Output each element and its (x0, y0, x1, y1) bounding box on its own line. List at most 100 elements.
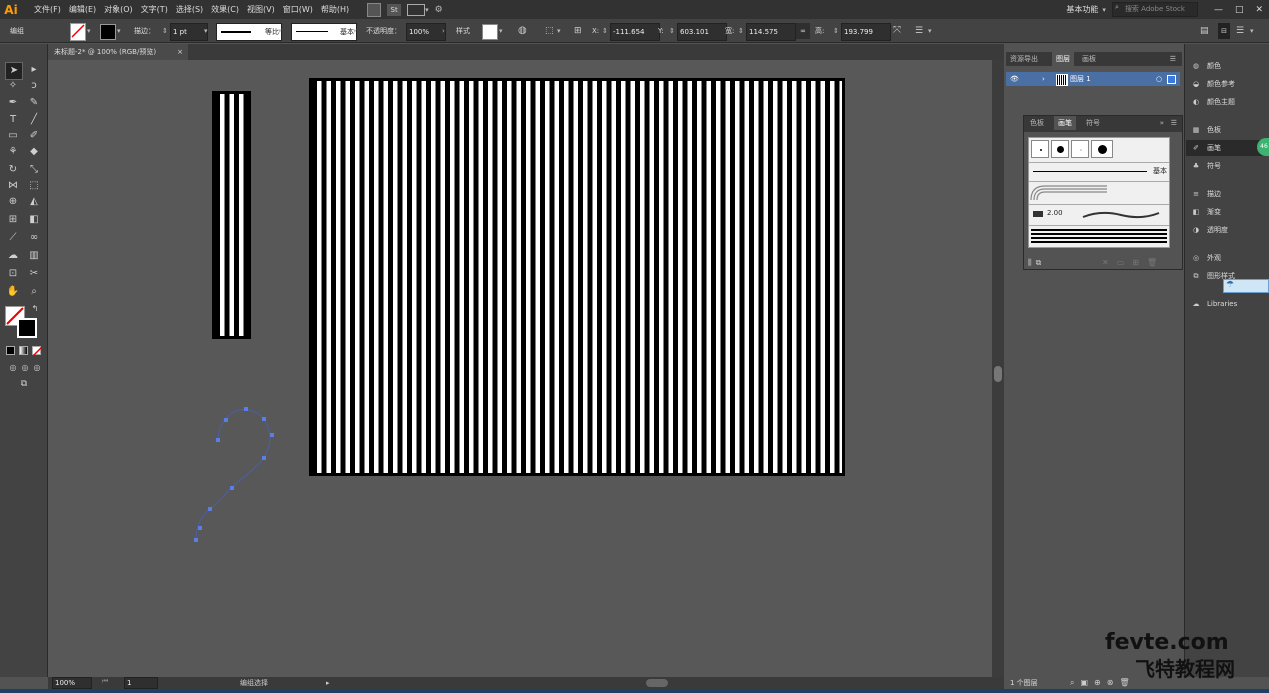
floating-badge[interactable]: 46 (1257, 138, 1269, 156)
arrange-documents-icon[interactable] (407, 3, 426, 16)
direct-selection-tool-icon[interactable]: ▸ (26, 62, 42, 78)
selection-indicator-icon[interactable] (1167, 75, 1176, 84)
tab-symbols[interactable]: 符号 (1082, 116, 1104, 130)
graph-tool-icon[interactable]: ▥ (26, 248, 42, 264)
dock-color[interactable]: ◍ 颜色 (1191, 58, 1221, 74)
minimize-button[interactable]: — (1214, 5, 1223, 15)
stroke-stepper-icon[interactable]: ⇕ (162, 23, 168, 39)
stock-button[interactable]: St (387, 3, 402, 16)
menu-file[interactable]: 文件(F) (30, 0, 65, 19)
dock-brushes[interactable]: ✐ 画笔 (1186, 140, 1267, 156)
brush-definition[interactable]: 基本 (291, 23, 357, 41)
opacity-label[interactable]: 不透明度： (366, 23, 401, 39)
layer-name[interactable]: 图层 1 (1070, 72, 1091, 86)
anchor-points[interactable] (194, 407, 274, 542)
brush-calligraphic-large[interactable] (1091, 140, 1113, 158)
layer-row[interactable]: 👁 › 图层 1 ○ (1006, 72, 1180, 86)
perspective-grid-tool-icon[interactable]: ◭ (26, 194, 42, 210)
target-icon[interactable]: ○ (1156, 72, 1162, 86)
height-stepper-icon[interactable]: ⇕ (833, 23, 839, 39)
magic-wand-tool-icon[interactable]: ✧ (5, 78, 21, 94)
status-arrow-icon[interactable]: ▸ (326, 677, 330, 689)
chevron-down-icon[interactable]: ▾ (557, 23, 561, 39)
chevron-down-icon[interactable]: ▾ (87, 23, 91, 39)
dock-swatches[interactable]: ▦ 色板 (1191, 122, 1221, 138)
small-stripe-artwork[interactable] (212, 91, 251, 339)
color-mode-icon[interactable] (6, 346, 15, 355)
panel-menu-icon[interactable]: ☰ (1167, 116, 1181, 130)
visibility-eye-icon[interactable]: 👁 (1010, 72, 1019, 86)
zoom-tool-icon[interactable]: ⌕ (26, 284, 42, 300)
type-tool-icon[interactable]: T (5, 112, 21, 128)
document-tab[interactable]: 未标题-2* @ 100% (RGB/预览) × (48, 44, 188, 60)
gradient-mode-icon[interactable] (19, 346, 28, 355)
chevron-down-icon[interactable]: ▾ (117, 23, 121, 39)
horizontal-scroll-thumb[interactable] (646, 679, 668, 687)
brush-action-icons[interactable]: ✕▭⊞🗑 (1102, 258, 1165, 267)
width-stepper-icon[interactable]: ⇕ (738, 23, 744, 39)
brush-stripe[interactable] (1029, 225, 1169, 247)
tab-swatches[interactable]: 色板 (1026, 116, 1048, 130)
chevron-down-icon[interactable]: ▾ (425, 6, 429, 14)
draw-inside-icon[interactable]: ◎ (29, 360, 45, 376)
artboard-tool-icon[interactable]: ⊡ (5, 266, 21, 282)
workspace-switcher[interactable]: 基本功能 (1066, 4, 1098, 15)
stroke-weight-input[interactable]: 1 pt (170, 23, 208, 41)
dock-color-themes[interactable]: ◐ 颜色主题 (1191, 94, 1235, 110)
search-field[interactable]: ⌕ 搜索 Adobe Stock (1111, 2, 1198, 17)
blend-tool-icon[interactable]: ∞ (26, 230, 42, 246)
free-transform-tool-icon[interactable]: ⬚ (26, 178, 42, 194)
graphic-style-swatch[interactable] (482, 24, 498, 40)
scale-tool-icon[interactable]: ⤡ (26, 162, 42, 178)
chevron-down-icon[interactable]: ▾ (1250, 23, 1254, 39)
lasso-tool-icon[interactable]: ↄ (26, 78, 42, 94)
screen-mode-icon[interactable]: ⧉ (16, 376, 32, 392)
reference-point-icon[interactable]: ⊞ (574, 23, 582, 39)
chevron-down-icon[interactable]: ▾ (928, 23, 932, 39)
brush-art[interactable]: 2.00 (1029, 204, 1169, 224)
selected-path[interactable] (188, 405, 278, 545)
pen-tool-icon[interactable]: ✒ (5, 95, 21, 111)
link-icon[interactable]: ∞ (796, 23, 810, 39)
x-input[interactable]: -111.654 (610, 23, 660, 41)
close-tab-icon[interactable]: × (177, 44, 183, 60)
brush-basic[interactable]: 基本 (1029, 162, 1169, 180)
expand-chevron-icon[interactable]: › (1042, 72, 1045, 86)
zoom-input[interactable]: 100% (52, 677, 92, 689)
brush-calligraphic-round[interactable] (1051, 140, 1069, 158)
dock-libraries[interactable]: ☁ Libraries (1191, 296, 1238, 312)
layer-footer-icons[interactable]: ⌕▣⊕⊗🗑 (1070, 677, 1136, 689)
height-input[interactable]: 193.799 (841, 23, 891, 41)
chevron-down-icon[interactable]: ▾ (278, 23, 282, 39)
stroke-color-swatch[interactable] (17, 318, 37, 338)
align-icon[interactable]: ⬚ (545, 23, 554, 39)
y-stepper-icon[interactable]: ⇕ (669, 23, 675, 39)
dock-transparency[interactable]: ◑ 透明度 (1191, 222, 1228, 238)
menu-object[interactable]: 对象(O) (100, 0, 137, 19)
tab-asset-export[interactable]: 资源导出 (1006, 52, 1042, 66)
mesh-tool-icon[interactable]: ⊞ (5, 212, 21, 228)
bridge-icon[interactable] (367, 2, 382, 17)
canvas-area[interactable] (48, 60, 992, 677)
none-mode-icon[interactable] (32, 346, 43, 357)
line-tool-icon[interactable]: ╱ (26, 112, 42, 128)
fill-swatch[interactable] (70, 23, 86, 41)
y-input[interactable]: 603.101 (677, 23, 727, 41)
menu-icon[interactable]: ☰ (1236, 23, 1244, 39)
variable-width-profile[interactable]: 等比 (216, 23, 282, 41)
opacity-input[interactable]: 100% (406, 23, 446, 41)
gpu-icon[interactable]: ⚙ (435, 5, 443, 15)
brush-library-icons[interactable]: ⫼⧉ (1028, 258, 1045, 268)
rotate-tool-icon[interactable]: ↻ (5, 162, 21, 178)
recolor-icon[interactable]: ◍ (518, 23, 527, 39)
menu-help[interactable]: 帮助(H) (317, 0, 353, 19)
swap-colors-icon[interactable]: ↰ (30, 304, 40, 314)
tab-artboards[interactable]: 画板 (1078, 52, 1100, 66)
paintbrush-tool-icon[interactable]: ✐ (26, 128, 42, 144)
brush-list[interactable]: 基本 2.00 (1028, 137, 1170, 248)
x-stepper-icon[interactable]: ⇕ (602, 23, 608, 39)
hand-tool-icon[interactable]: ✋ (5, 284, 21, 300)
eyedropper-tool-icon[interactable]: ⟋ (5, 230, 21, 246)
brush-calligraphic-small[interactable] (1031, 140, 1049, 158)
shape-builder-tool-icon[interactable]: ⊕ (5, 194, 21, 210)
